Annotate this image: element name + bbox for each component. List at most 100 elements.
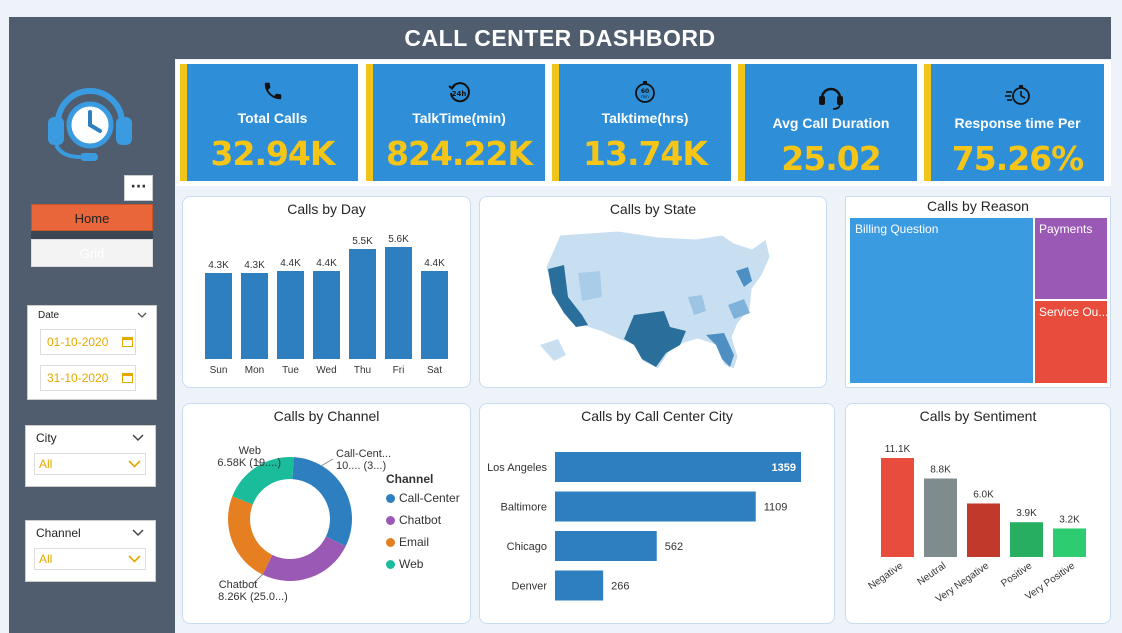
bar-data-label: 3.9K bbox=[1016, 508, 1037, 519]
y-axis-label: Denver bbox=[512, 581, 548, 593]
kpi-label: TalkTime(min) bbox=[412, 110, 506, 126]
day-bar[interactable] bbox=[385, 247, 412, 359]
callout-call-center: Call-Cent... 10.... (3...) bbox=[336, 448, 406, 472]
kpi-value: 824.22K bbox=[386, 134, 533, 173]
calendar-icon[interactable] bbox=[122, 336, 133, 347]
legend-item[interactable]: Chatbot bbox=[386, 513, 470, 527]
calendar-icon[interactable] bbox=[122, 372, 133, 383]
bar-data-label: 4.3K bbox=[244, 260, 265, 271]
day-bar[interactable] bbox=[349, 249, 376, 359]
chart-title: Calls by State bbox=[609, 201, 697, 217]
callout-detail: 10.... (3...) bbox=[336, 460, 387, 472]
kpi-label: Total Calls bbox=[237, 110, 308, 126]
day-bar[interactable] bbox=[241, 273, 268, 359]
svg-text:24h: 24h bbox=[452, 90, 467, 98]
date-slicer: Date 01-10-2020 31-10-2020 bbox=[27, 305, 157, 400]
chevron-down-icon[interactable] bbox=[128, 555, 141, 563]
y-axis-label: Los Angeles bbox=[487, 462, 547, 474]
calls-by-sentiment-card: Calls by Sentiment 11.1K Negative 8.8K Neut… bbox=[845, 403, 1111, 624]
bar-data-label: 8.8K bbox=[930, 465, 951, 476]
x-axis-label: Positive bbox=[999, 560, 1034, 589]
callout-web: Web 6.58K (19....) bbox=[191, 445, 281, 469]
treemap-service-outage[interactable]: Service Ou... bbox=[1035, 301, 1108, 383]
legend-item[interactable]: Call-Center bbox=[386, 491, 470, 505]
callout-detail: 6.58K (19....) bbox=[217, 457, 281, 469]
dashboard-title: CALL CENTER DASHBORD bbox=[9, 17, 1111, 59]
kpi-label: Avg Call Duration bbox=[772, 115, 890, 131]
day-bar[interactable] bbox=[421, 271, 448, 359]
sentiment-bar[interactable] bbox=[924, 478, 957, 557]
donut-slice[interactable] bbox=[262, 536, 346, 581]
stopwatch-60min-icon: 60min bbox=[635, 81, 655, 103]
sentiment-bar[interactable] bbox=[1010, 522, 1043, 557]
legend-label: Email bbox=[399, 535, 430, 549]
calls-by-state-card: Calls by State bbox=[479, 196, 827, 388]
y-axis-label: Chicago bbox=[507, 541, 547, 553]
kpi-value: 75.26% bbox=[951, 139, 1084, 178]
bar-data-label: 3.2K bbox=[1059, 514, 1080, 525]
treemap-label: Payments bbox=[1039, 222, 1093, 236]
home-nav-button[interactable]: Home bbox=[31, 204, 153, 231]
callout-line bbox=[320, 458, 334, 467]
city-bar[interactable] bbox=[555, 491, 756, 522]
city-bar[interactable] bbox=[555, 531, 657, 561]
chevron-down-icon[interactable] bbox=[137, 312, 147, 319]
sentiment-bar[interactable] bbox=[1053, 528, 1086, 557]
x-axis-label: Negative bbox=[867, 560, 906, 592]
x-axis-label: Fri bbox=[393, 365, 405, 376]
city-bar[interactable] bbox=[555, 570, 604, 601]
bar-data-label: 11.1K bbox=[885, 444, 911, 455]
legend-dot bbox=[386, 515, 395, 525]
x-axis-label: Tue bbox=[282, 365, 299, 376]
channel-slicer-title: Channel bbox=[36, 526, 81, 540]
day-bar[interactable] bbox=[277, 271, 304, 359]
legend-item[interactable]: Email bbox=[386, 535, 470, 549]
callout-chatbot: Chatbot 8.26K (25.0...) bbox=[203, 579, 303, 603]
date-slicer-title: Date bbox=[38, 310, 60, 321]
chevron-down-icon[interactable] bbox=[132, 434, 144, 442]
bar-data-label: 4.4K bbox=[424, 258, 445, 269]
channel-legend: Channel Call-Center Chatbot Email Web bbox=[386, 472, 470, 579]
kpi-card-response-time: Response time Per 75.26% bbox=[924, 64, 1104, 181]
sentiment-bar[interactable] bbox=[967, 503, 1000, 557]
bar-data-label: 1359 bbox=[772, 462, 796, 474]
day-bar[interactable] bbox=[313, 271, 340, 359]
headset-icon bbox=[819, 87, 843, 110]
chevron-down-icon[interactable] bbox=[128, 460, 141, 468]
day-bar[interactable] bbox=[205, 273, 232, 359]
kpi-value: 25.02 bbox=[781, 139, 881, 178]
calls-by-day-chart: 4.3K Sun 4.3K Mon 4.4K Tue 4.4K Wed 5.5K Thu 5.6K F… bbox=[205, 234, 448, 376]
callout-detail: 8.26K (25.0...) bbox=[218, 591, 288, 603]
legend-dot bbox=[386, 537, 395, 547]
calls-by-city-card: Calls by Call Center City Los Angeles 135… bbox=[479, 403, 835, 624]
calls-by-city-chart: Los Angeles 1359 Baltimore 1109 Chicago 562 De… bbox=[487, 452, 801, 601]
treemap-billing-question[interactable]: Billing Question bbox=[850, 218, 1033, 383]
city-slicer: City All bbox=[25, 425, 156, 487]
callout-name: Call-Cent... bbox=[336, 448, 392, 460]
calls-by-reason-card: Calls by Reason Billing Question Payment… bbox=[845, 196, 1111, 388]
state-alaska[interactable] bbox=[540, 339, 566, 361]
more-options-button[interactable]: ··· bbox=[124, 175, 153, 201]
svg-text:min: min bbox=[641, 94, 649, 99]
y-axis-label: Baltimore bbox=[501, 502, 547, 514]
state-nevada[interactable] bbox=[578, 271, 602, 301]
calls-by-day-card: Calls by Day 4.3K Sun 4.3K Mon 4.4K Tue 4.4K We… bbox=[182, 196, 471, 388]
legend-label: Web bbox=[399, 557, 424, 571]
kpi-card-talktime-min: 24h TalkTime(min) 824.22K bbox=[366, 64, 545, 181]
donut-slice[interactable] bbox=[228, 496, 273, 575]
chevron-down-icon[interactable] bbox=[132, 529, 144, 537]
headset-logo-icon bbox=[48, 88, 132, 161]
treemap-payments[interactable]: Payments bbox=[1035, 218, 1107, 299]
x-axis-label: Thu bbox=[354, 365, 371, 376]
bar-data-label: 5.5K bbox=[352, 236, 373, 247]
bar-data-label: 4.3K bbox=[208, 260, 229, 271]
sentiment-bar[interactable] bbox=[881, 458, 914, 557]
fast-timer-icon bbox=[1004, 85, 1030, 105]
city-bar[interactable] bbox=[555, 452, 801, 482]
bar-data-label: 5.6K bbox=[388, 234, 409, 245]
legend-item[interactable]: Web bbox=[386, 557, 470, 571]
kpi-card-total-calls: Total Calls 32.94K bbox=[180, 64, 358, 181]
legend-title: Channel bbox=[386, 472, 434, 486]
x-axis-label: Sun bbox=[210, 365, 228, 376]
grid-nav-button[interactable]: Grid bbox=[31, 239, 153, 267]
